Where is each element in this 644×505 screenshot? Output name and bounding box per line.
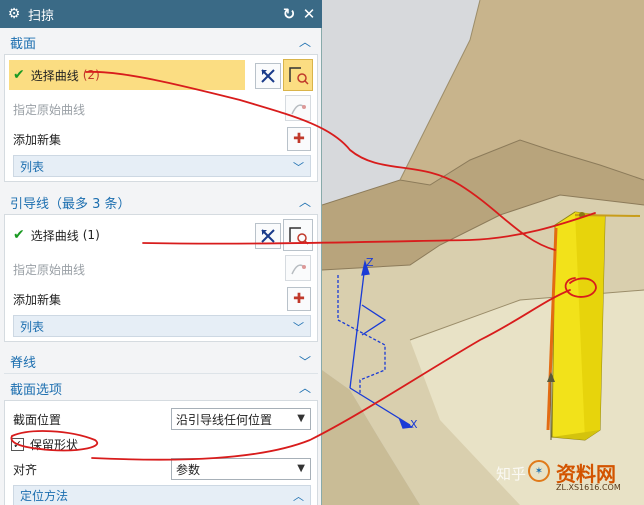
section-guide-title: 引导线（最多 3 条） — [10, 196, 131, 212]
chevron-up-icon[interactable]: ︿ — [298, 34, 312, 49]
watermark-left-text: 知乎 — [496, 465, 527, 483]
profile-add-new-set[interactable]: 添加新集 — [13, 127, 61, 151]
guide-select-curve[interactable]: ✔ 选择曲线 (1) — [13, 223, 100, 247]
align-select[interactable]: 参数 ▼ — [171, 458, 311, 480]
dropdown-arrow-icon: ▼ — [297, 413, 305, 424]
section-spine-header[interactable]: 脊线 ﹀ — [4, 350, 318, 374]
add-icon: ✚ — [293, 291, 305, 307]
guide-add-new-set[interactable]: 添加新集 — [13, 287, 61, 311]
check-icon: ✔ — [13, 227, 25, 243]
profile-list-label: 列表 — [20, 159, 45, 174]
scene-graphics — [322, 0, 644, 505]
orientation-label: 定位方法 — [20, 489, 69, 503]
guide-curve-rule-button[interactable] — [283, 219, 313, 251]
dialog-titlebar: ⚙ 扫掠 ↻ ✕ — [0, 0, 322, 28]
add-icon: ✚ — [293, 131, 305, 147]
curve-rule-icon — [289, 227, 309, 245]
origin-curve-icon — [291, 264, 306, 275]
section-position-value: 沿引导线任何位置 — [176, 412, 273, 427]
guide-specify-origin[interactable]: 指定原始曲线 — [13, 257, 85, 281]
guide-add-set-button[interactable]: ✚ — [287, 287, 311, 311]
preserve-shape-row[interactable]: ✓ 保留形状 — [11, 432, 78, 456]
guide-select-curve-label: 选择曲线 — [30, 228, 79, 243]
preserve-shape-checkbox[interactable]: ✓ — [11, 437, 24, 451]
section-profile-title: 截面 — [10, 36, 37, 52]
chevron-up-icon[interactable]: ︿ — [298, 194, 312, 209]
dialog-title: 扫掠 — [28, 8, 55, 24]
app-stage: ⚙ 扫掠 ↻ ✕ 截面 ︿ ✔ 选择曲线 (2) 指定原始曲线 添加新集 ✚ 列… — [0, 0, 644, 505]
chevron-down-icon[interactable]: ﹀ — [298, 354, 312, 369]
profile-specify-origin[interactable]: 指定原始曲线 — [13, 97, 85, 121]
watermark-logo-icon: ✶ — [528, 460, 550, 482]
profile-list-toggle[interactable]: 列表 ﹀ — [13, 155, 311, 177]
check-icon: ✔ — [13, 67, 25, 83]
section-position-label: 截面位置 — [13, 412, 62, 427]
section-profile-body: ✔ 选择曲线 (2) 指定原始曲线 添加新集 ✚ 列表 ﹀ — [4, 54, 318, 182]
section-options-header[interactable]: 截面选项 ︿ — [4, 376, 318, 400]
chevron-up-icon: ︿ — [293, 490, 304, 503]
profile-select-curve-label: 选择曲线 — [30, 68, 79, 83]
align-value: 参数 — [176, 462, 201, 477]
sweep-dialog: ⚙ 扫掠 ↻ ✕ 截面 ︿ ✔ 选择曲线 (2) 指定原始曲线 添加新集 ✚ 列… — [0, 0, 322, 505]
preserve-shape-label: 保留形状 — [30, 437, 79, 452]
align-label: 对齐 — [13, 462, 38, 477]
graphics-viewport[interactable] — [322, 0, 644, 505]
guide-add-new-set-label: 添加新集 — [13, 292, 62, 307]
reset-icon[interactable]: ↻ — [280, 5, 298, 23]
guide-list-toggle[interactable]: 列表 ﹀ — [13, 315, 311, 337]
watermark-logo-mark: ✶ — [534, 465, 544, 477]
section-position-row: 截面位置 — [13, 407, 61, 431]
profile-select-curve-count: (2) — [82, 68, 100, 82]
profile-add-new-set-label: 添加新集 — [13, 132, 62, 147]
guide-specify-origin-label: 指定原始曲线 — [13, 262, 86, 277]
axis-z-label: Z — [366, 256, 374, 269]
curve-rule-icon — [289, 67, 309, 85]
chevron-down-icon: ﹀ — [293, 321, 304, 334]
profile-add-set-button[interactable]: ✚ — [287, 127, 311, 151]
orientation-toggle[interactable]: 定位方法 ︿ — [13, 485, 311, 505]
reverse-direction-button[interactable] — [255, 63, 281, 89]
dropdown-arrow-icon: ▼ — [297, 463, 305, 474]
section-options-title: 截面选项 — [10, 382, 63, 398]
reverse-direction-icon — [261, 69, 275, 83]
chevron-up-icon[interactable]: ︿ — [298, 380, 312, 395]
guide-reverse-direction-button[interactable] — [255, 223, 281, 249]
axis-x-label: X — [410, 418, 418, 431]
align-row: 对齐 — [13, 457, 37, 481]
watermark-url: ZL.XS1616.COM — [556, 483, 621, 492]
section-guide-body: ✔ 选择曲线 (1) 指定原始曲线 添加新集 ✚ 列表 ﹀ — [4, 214, 318, 342]
section-options-body: 截面位置 沿引导线任何位置 ▼ ✓ 保留形状 对齐 参数 ▼ 定位方法 ︿ — [4, 400, 318, 505]
close-icon[interactable]: ✕ — [300, 5, 318, 23]
chevron-down-icon: ﹀ — [293, 161, 304, 174]
profile-specify-origin-label: 指定原始曲线 — [13, 102, 86, 117]
section-profile-header[interactable]: 截面 ︿ — [4, 30, 318, 54]
guide-list-label: 列表 — [20, 319, 45, 334]
reverse-direction-icon — [261, 229, 275, 243]
curve-rule-button[interactable] — [283, 59, 313, 91]
guide-select-curve-count: (1) — [82, 228, 100, 242]
profile-origin-curve-button[interactable] — [285, 95, 311, 121]
section-guide-header[interactable]: 引导线（最多 3 条） ︿ — [4, 190, 318, 214]
section-position-select[interactable]: 沿引导线任何位置 ▼ — [171, 408, 311, 430]
gear-icon[interactable]: ⚙ — [6, 6, 22, 22]
guide-origin-curve-button[interactable] — [285, 255, 311, 281]
origin-curve-icon — [291, 104, 306, 115]
section-spine-title: 脊线 — [10, 356, 37, 371]
profile-select-curve[interactable]: ✔ 选择曲线 (2) — [9, 60, 245, 90]
